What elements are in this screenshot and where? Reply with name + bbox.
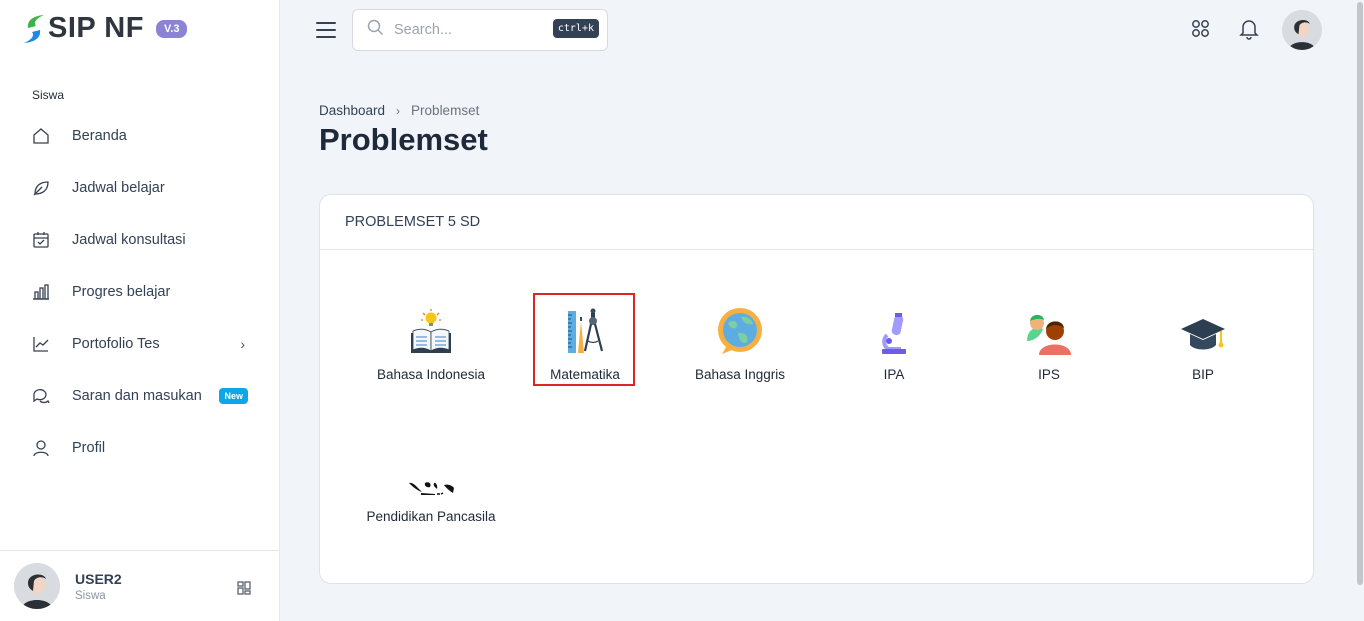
subject-ips[interactable]: IPS xyxy=(979,305,1119,384)
chevron-right-icon: › xyxy=(396,103,401,118)
sidebar-item-profil[interactable]: Profil xyxy=(0,422,279,474)
user-role: Siswa xyxy=(75,589,106,602)
sidebar-user-card[interactable]: USER2 Siswa xyxy=(0,550,279,621)
new-badge: New xyxy=(219,388,248,404)
bar-chart-icon xyxy=(32,283,50,301)
chat-icon xyxy=(32,387,50,405)
search-shortcut-hint: ctrl+k xyxy=(552,19,599,38)
subject-label: IPA xyxy=(883,367,905,382)
sidebar-item-saran-dan-masukan[interactable]: Saran dan masukan New xyxy=(0,370,279,422)
user-name: USER2 xyxy=(75,570,122,587)
sidebar-item-label: Progres belajar xyxy=(72,284,171,300)
sidebar-nav: Beranda Jadwal belajar Jadwal konsultasi… xyxy=(0,110,279,474)
user-menu-icon[interactable] xyxy=(237,581,251,600)
bell-icon[interactable] xyxy=(1238,18,1260,40)
logo-leaf-icon xyxy=(22,13,46,45)
trend-chart-icon xyxy=(32,335,50,353)
breadcrumb: Dashboard › Problemset xyxy=(319,103,479,118)
subject-bahasa-indonesia[interactable]: Bahasa Indonesia xyxy=(361,305,501,384)
sidebar-item-label: Jadwal konsultasi xyxy=(72,232,186,248)
search-icon xyxy=(367,19,384,41)
page-scrollbar[interactable] xyxy=(1356,0,1364,621)
sidebar-item-label: Profil xyxy=(72,440,106,456)
subject-label: IPS xyxy=(1038,367,1060,382)
globe-chat-icon xyxy=(670,305,810,355)
subject-matematika[interactable]: Matematika xyxy=(515,305,655,384)
header-avatar[interactable] xyxy=(1282,10,1322,50)
page-title: Problemset xyxy=(319,122,488,157)
subject-pendidikan-pancasila[interactable]: Pendidikan Pancasila xyxy=(361,447,501,526)
microscope-icon xyxy=(824,305,964,355)
people-icon xyxy=(979,305,1119,355)
search-box[interactable]: ctrl+k xyxy=(352,9,608,51)
ruler-compass-icon xyxy=(515,305,655,355)
subject-bip[interactable]: BIP xyxy=(1133,305,1273,384)
subject-label: Bahasa Indonesia xyxy=(376,367,486,382)
indonesia-map-icon xyxy=(361,447,501,497)
search-input[interactable] xyxy=(394,22,544,38)
hamburger-menu-button[interactable] xyxy=(316,22,336,40)
subject-label: Bahasa Inggris xyxy=(694,367,786,382)
graduation-cap-icon xyxy=(1133,305,1273,355)
avatar xyxy=(14,563,60,609)
sidebar-item-label: Saran dan masukan xyxy=(72,388,202,404)
breadcrumb-root-link[interactable]: Dashboard xyxy=(319,103,385,118)
sidebar: SIP NF V.3 Siswa Beranda Jadwal belajar … xyxy=(0,0,280,621)
problemset-card: PROBLEMSET 5 SD Bahasa Indonesia Matemat… xyxy=(319,194,1314,584)
breadcrumb-current: Problemset xyxy=(411,103,480,118)
subject-label: Matematika xyxy=(550,367,620,382)
subject-bahasa-inggris[interactable]: Bahasa Inggris xyxy=(670,305,810,384)
home-icon xyxy=(32,127,50,145)
calendar-check-icon xyxy=(32,231,50,249)
card-title: PROBLEMSET 5 SD xyxy=(320,195,1313,250)
chevron-right-icon: › xyxy=(240,336,245,352)
sidebar-item-jadwal-belajar[interactable]: Jadwal belajar xyxy=(0,162,279,214)
brand-logo[interactable]: SIP NF V.3 xyxy=(22,12,188,45)
subject-label: BIP xyxy=(1192,367,1214,382)
sidebar-item-label: Jadwal belajar xyxy=(72,180,165,196)
leaf-icon xyxy=(32,179,50,197)
sidebar-item-label: Beranda xyxy=(72,128,127,144)
apps-grid-icon[interactable] xyxy=(1190,18,1212,40)
brand-name: SIP NF xyxy=(48,12,144,44)
user-icon xyxy=(32,439,50,457)
sidebar-item-label: Portofolio Tes xyxy=(72,336,160,352)
sidebar-item-beranda[interactable]: Beranda xyxy=(0,110,279,162)
sidebar-item-jadwal-konsultasi[interactable]: Jadwal konsultasi xyxy=(0,214,279,266)
sidebar-item-progres-belajar[interactable]: Progres belajar xyxy=(0,266,279,318)
book-lightbulb-icon xyxy=(361,305,501,355)
scrollbar-thumb[interactable] xyxy=(1357,2,1363,585)
subject-ipa[interactable]: IPA xyxy=(824,305,964,384)
sidebar-item-portofolio-tes[interactable]: Portofolio Tes › xyxy=(0,318,279,370)
version-badge: V.3 xyxy=(155,19,188,38)
subject-label: Pendidikan Pancasila xyxy=(366,509,496,524)
sidebar-section-label: Siswa xyxy=(32,88,65,102)
